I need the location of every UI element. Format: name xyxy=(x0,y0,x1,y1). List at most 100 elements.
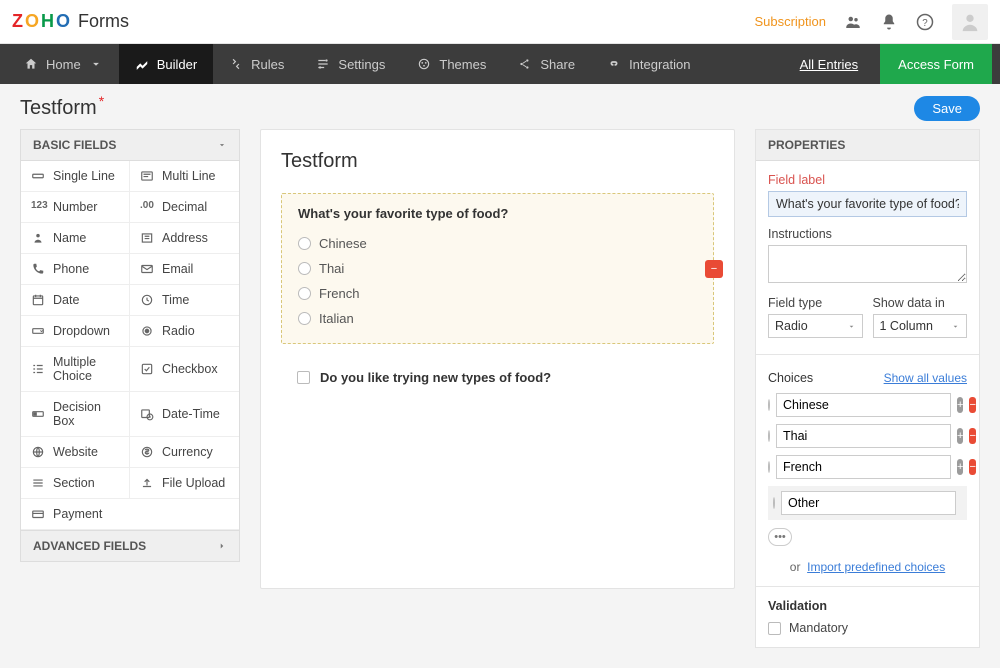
show-all-values-link[interactable]: Show all values xyxy=(884,371,967,385)
all-entries-link[interactable]: All Entries xyxy=(790,57,869,72)
website-icon xyxy=(31,445,45,459)
logo-o1: O xyxy=(25,11,39,32)
option-label: Italian xyxy=(319,311,354,326)
field-date[interactable]: Date xyxy=(21,285,130,316)
integration-icon xyxy=(607,57,621,71)
delete-choice-button[interactable]: − xyxy=(969,428,975,444)
multi-line-icon xyxy=(140,169,154,183)
delete-choice-button[interactable]: − xyxy=(969,459,975,475)
add-choice-button[interactable]: + xyxy=(957,428,963,444)
q1-option-0[interactable]: Chinese xyxy=(298,231,697,256)
section-icon xyxy=(31,476,45,490)
field-payment[interactable]: Payment xyxy=(21,499,239,530)
radio-icon[interactable] xyxy=(768,399,770,411)
help-icon[interactable]: ? xyxy=(916,13,934,31)
field-number[interactable]: 123 Number xyxy=(21,192,130,223)
avatar[interactable] xyxy=(952,4,988,40)
option-label: Chinese xyxy=(319,236,367,251)
field-label: Address xyxy=(162,231,208,245)
field-date-time[interactable]: Date-Time xyxy=(130,392,239,437)
basic-fields-header[interactable]: BASIC FIELDS xyxy=(21,130,239,161)
nav-integration[interactable]: Integration xyxy=(591,44,706,84)
advanced-fields-header[interactable]: ADVANCED FIELDS xyxy=(21,530,239,561)
field-multi-line[interactable]: Multi Line xyxy=(130,161,239,192)
delete-field-button[interactable]: − xyxy=(705,260,723,278)
nav-home-label: Home xyxy=(46,57,81,72)
field-decimal[interactable]: .00Decimal xyxy=(130,192,239,223)
q1-option-2[interactable]: French xyxy=(298,281,697,306)
multiple-choice-icon xyxy=(31,362,45,376)
validation-section: Validation Mandatory xyxy=(756,586,979,647)
q1-option-3[interactable]: Italian xyxy=(298,306,697,331)
decimal-icon: .00 xyxy=(140,200,154,214)
instructions-input[interactable] xyxy=(768,245,967,283)
users-icon[interactable] xyxy=(844,13,862,31)
field-name[interactable]: Name xyxy=(21,223,130,254)
nav-settings[interactable]: Settings xyxy=(300,44,401,84)
field-label: Name xyxy=(53,231,86,245)
delete-choice-button[interactable]: − xyxy=(969,397,975,413)
form-field-q2[interactable]: Do you like trying new types of food? xyxy=(281,358,714,397)
form-field-q1[interactable]: What's your favorite type of food? Chine… xyxy=(281,193,714,344)
choice-input-2[interactable] xyxy=(776,455,951,479)
field-time[interactable]: Time xyxy=(130,285,239,316)
field-section[interactable]: Section xyxy=(21,468,130,499)
add-choice-button[interactable]: + xyxy=(957,459,963,475)
field-type-label: Field type xyxy=(768,296,863,310)
field-multiple-choice[interactable]: Multiple Choice xyxy=(21,347,130,392)
q1-option-1[interactable]: Thai xyxy=(298,256,697,281)
more-choices-button[interactable]: ••• xyxy=(768,528,792,546)
field-dropdown[interactable]: Dropdown xyxy=(21,316,130,347)
nav-builder[interactable]: Builder xyxy=(119,44,213,84)
nav-rules-label: Rules xyxy=(251,57,284,72)
rules-icon xyxy=(229,57,243,71)
form-title: Testform* xyxy=(20,97,102,120)
field-label: Number xyxy=(53,200,97,214)
choice-row-0: + − xyxy=(768,393,967,417)
mandatory-checkbox-row[interactable]: Mandatory xyxy=(768,621,967,635)
logo[interactable]: Z O H O Forms xyxy=(12,11,129,32)
choice-input-0[interactable] xyxy=(776,393,951,417)
import-predefined-link[interactable]: Import predefined choices xyxy=(807,560,945,574)
q2-label: Do you like trying new types of food? xyxy=(320,370,551,385)
radio-icon[interactable] xyxy=(768,430,770,442)
divider xyxy=(756,354,979,355)
field-website[interactable]: Website xyxy=(21,437,130,468)
field-label: Section xyxy=(53,476,95,490)
canvas-title: Testform xyxy=(281,150,714,173)
nav-home[interactable]: Home xyxy=(8,44,119,84)
decision-box-icon xyxy=(31,407,45,421)
radio-icon[interactable] xyxy=(768,461,770,473)
field-email[interactable]: Email xyxy=(130,254,239,285)
field-single-line[interactable]: Single Line xyxy=(21,161,130,192)
field-label: Date xyxy=(53,293,79,307)
field-type-select[interactable]: Radio xyxy=(768,314,863,338)
chevron-down-icon xyxy=(217,140,227,150)
radio-icon[interactable] xyxy=(773,497,775,509)
field-file-upload[interactable]: File Upload xyxy=(130,468,239,499)
field-phone[interactable]: Phone xyxy=(21,254,130,285)
add-choice-button[interactable]: + xyxy=(957,397,963,413)
logo-forms: Forms xyxy=(78,11,129,32)
save-button[interactable]: Save xyxy=(914,96,980,121)
choice-input-other[interactable] xyxy=(781,491,956,515)
field-label-input[interactable] xyxy=(768,191,967,217)
field-currency[interactable]: Currency xyxy=(130,437,239,468)
field-decision-box[interactable]: Decision Box xyxy=(21,392,130,437)
field-address[interactable]: Address xyxy=(130,223,239,254)
choice-input-1[interactable] xyxy=(776,424,951,448)
nav-themes[interactable]: Themes xyxy=(401,44,502,84)
nav-share[interactable]: Share xyxy=(502,44,591,84)
bell-icon[interactable] xyxy=(880,13,898,31)
field-radio[interactable]: Radio xyxy=(130,316,239,347)
number-icon: 123 xyxy=(31,200,45,214)
nav-rules[interactable]: Rules xyxy=(213,44,300,84)
radio-icon xyxy=(140,324,154,338)
themes-icon xyxy=(417,57,431,71)
show-data-in-label: Show data in xyxy=(873,296,968,310)
subscription-link[interactable]: Subscription xyxy=(754,14,826,29)
access-form-button[interactable]: Access Form xyxy=(880,44,992,84)
field-label: Decision Box xyxy=(53,400,119,428)
field-checkbox[interactable]: Checkbox xyxy=(130,347,239,392)
show-data-in-select[interactable]: 1 Column xyxy=(873,314,968,338)
